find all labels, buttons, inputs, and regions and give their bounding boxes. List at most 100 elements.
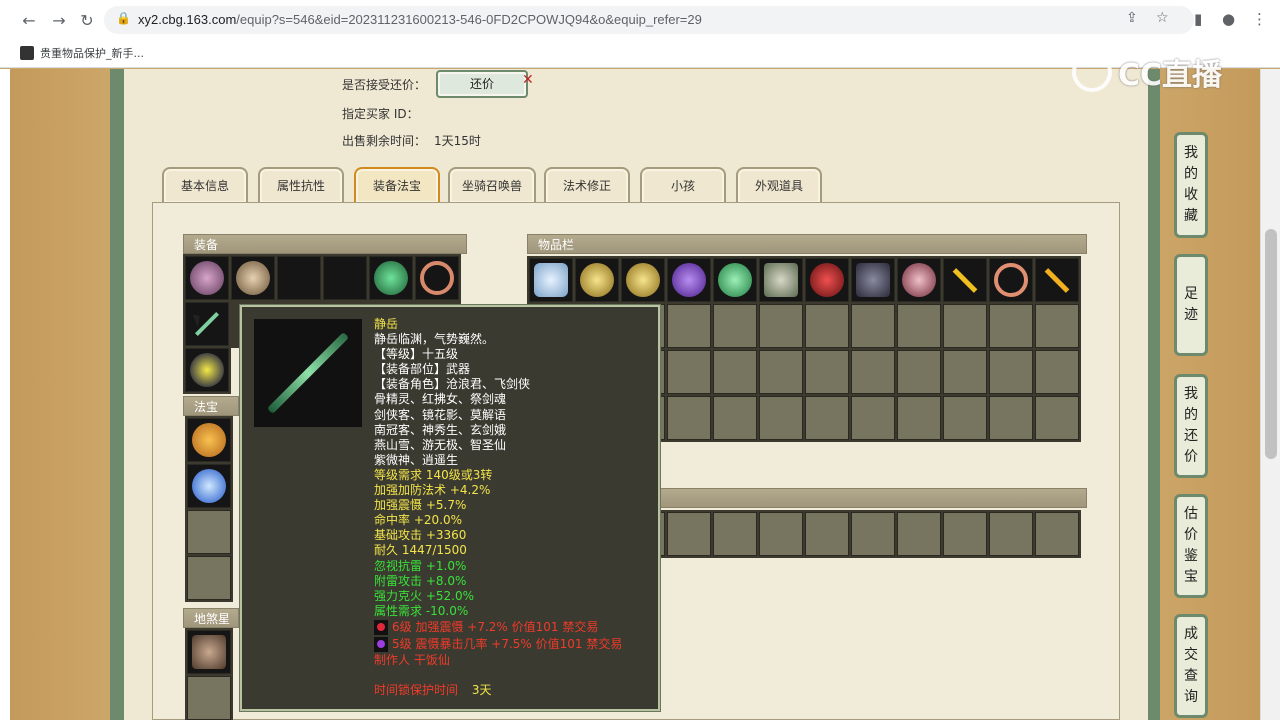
fabao-slot[interactable] (187, 556, 231, 600)
back-icon[interactable]: ← (18, 10, 40, 32)
inventory-slot[interactable] (943, 304, 987, 348)
inventory-slot[interactable] (897, 350, 941, 394)
inventory-slot[interactable] (713, 512, 757, 556)
inventory-slot[interactable] (989, 258, 1033, 302)
inventory-slot[interactable] (1035, 396, 1079, 440)
footprint-button[interactable]: 足迹 (1174, 254, 1208, 356)
item-icon (192, 635, 226, 669)
inventory-slot[interactable] (713, 350, 757, 394)
inventory-slot[interactable] (897, 512, 941, 556)
inventory-slot[interactable] (1035, 258, 1079, 302)
inventory-slot[interactable] (805, 304, 849, 348)
item-name: 静岳 (374, 317, 399, 331)
counter-offer-button[interactable]: 还价 (436, 70, 528, 98)
sidebar-icon[interactable]: ▮ (1194, 10, 1202, 28)
dishan-grid (185, 628, 233, 720)
inventory-slot[interactable] (897, 258, 941, 302)
inventory-slot[interactable] (851, 396, 895, 440)
inventory-slot[interactable] (713, 304, 757, 348)
fabao-header: 法宝 (183, 396, 239, 416)
tab-appearance[interactable]: 外观道具 (736, 167, 822, 203)
transaction-query-button[interactable]: 成交查询 (1174, 614, 1208, 718)
forward-icon[interactable]: → (48, 10, 70, 32)
inventory-slot[interactable] (897, 304, 941, 348)
vbtn-char: 询 (1184, 689, 1198, 705)
tab-children[interactable]: 小孩 (640, 167, 726, 203)
gem-row: 5级 震慑暴击几率 +7.5% 价值101 禁交易 (374, 636, 622, 653)
inventory-slot[interactable] (851, 258, 895, 302)
my-counter-offers-button[interactable]: 我的还价 (1174, 374, 1208, 478)
item-role-line: 紫微神、逍遥生 (374, 452, 459, 467)
equip-slot[interactable] (185, 302, 229, 346)
inventory-slot[interactable] (805, 258, 849, 302)
inventory-slot[interactable] (667, 350, 711, 394)
inventory-slot[interactable] (989, 512, 1033, 556)
dishan-slot[interactable] (187, 676, 231, 720)
inventory-slot[interactable] (805, 512, 849, 556)
tab-equipment[interactable]: 装备法宝 (354, 167, 440, 203)
inventory-slot[interactable] (989, 304, 1033, 348)
inventory-slot[interactable] (943, 258, 987, 302)
equip-slot[interactable] (185, 348, 229, 392)
inventory-slot[interactable] (943, 396, 987, 440)
equip-slot[interactable] (277, 256, 321, 300)
address-bar[interactable]: 🔒 xy2.cbg.163.com/equip?s=546&eid=202311… (104, 6, 1194, 34)
inventory-slot[interactable] (1035, 350, 1079, 394)
scrollbar-thumb[interactable] (1265, 229, 1277, 459)
menu-icon[interactable]: ⋮ (1252, 10, 1267, 28)
equip-slot[interactable] (231, 256, 275, 300)
bookmark-item[interactable]: 贵重物品保护_新手... (20, 44, 144, 62)
inventory-slot[interactable] (713, 258, 757, 302)
inventory-slot[interactable] (759, 350, 803, 394)
inventory-slot[interactable] (667, 512, 711, 556)
inventory-slot[interactable] (1035, 512, 1079, 556)
inventory-slot[interactable] (713, 396, 757, 440)
star-icon[interactable]: ☆ (1156, 10, 1169, 26)
fabao-slot[interactable] (187, 418, 231, 462)
my-favorites-button[interactable]: 我的收藏 (1174, 132, 1208, 238)
item-maker: 制作人 干饭仙 (374, 652, 450, 667)
cc-logo-icon (1072, 52, 1112, 92)
dishan-slot[interactable] (187, 630, 231, 674)
appraisal-button[interactable]: 估价鉴宝 (1174, 494, 1208, 598)
inventory-slot[interactable] (529, 258, 573, 302)
inventory-slot[interactable] (759, 258, 803, 302)
item-bonus-stat: 属性需求 -10.0% (374, 603, 469, 618)
equip-slot[interactable] (185, 256, 229, 300)
inventory-slot[interactable] (851, 512, 895, 556)
fabao-slot[interactable] (187, 464, 231, 508)
vbtn-char: 还 (1184, 428, 1198, 444)
inventory-slot[interactable] (989, 396, 1033, 440)
inventory-slot[interactable] (621, 258, 665, 302)
equip-slot[interactable] (415, 256, 459, 300)
share-icon[interactable]: ⇪ (1126, 10, 1138, 26)
inventory-slot[interactable] (943, 512, 987, 556)
equip-slot[interactable] (323, 256, 367, 300)
inventory-slot[interactable] (943, 350, 987, 394)
inventory-slot[interactable] (1035, 304, 1079, 348)
tab-basic-info[interactable]: 基本信息 (162, 167, 248, 203)
inventory-slot[interactable] (989, 350, 1033, 394)
inventory-slot[interactable] (851, 350, 895, 394)
equip-slot[interactable] (369, 256, 413, 300)
inventory-slot[interactable] (897, 396, 941, 440)
close-icon[interactable]: ✕ (522, 72, 534, 88)
fabao-slot[interactable] (187, 510, 231, 554)
tab-mounts[interactable]: 坐骑召唤兽 (448, 167, 536, 203)
inventory-slot[interactable] (667, 396, 711, 440)
reload-icon[interactable]: ↻ (76, 10, 98, 32)
inventory-slot[interactable] (805, 350, 849, 394)
inventory-slot[interactable] (759, 512, 803, 556)
inventory-slot[interactable] (667, 258, 711, 302)
inventory-slot[interactable] (759, 396, 803, 440)
profile-icon[interactable]: ● (1222, 10, 1235, 28)
inventory-slot[interactable] (805, 396, 849, 440)
tab-attributes[interactable]: 属性抗性 (258, 167, 344, 203)
inventory-slot[interactable] (667, 304, 711, 348)
tab-spells[interactable]: 法术修正 (544, 167, 630, 203)
vbtn-char: 藏 (1184, 208, 1198, 224)
inventory-slot[interactable] (575, 258, 619, 302)
inventory-slot[interactable] (851, 304, 895, 348)
scrollbar[interactable] (1260, 69, 1280, 720)
inventory-slot[interactable] (759, 304, 803, 348)
